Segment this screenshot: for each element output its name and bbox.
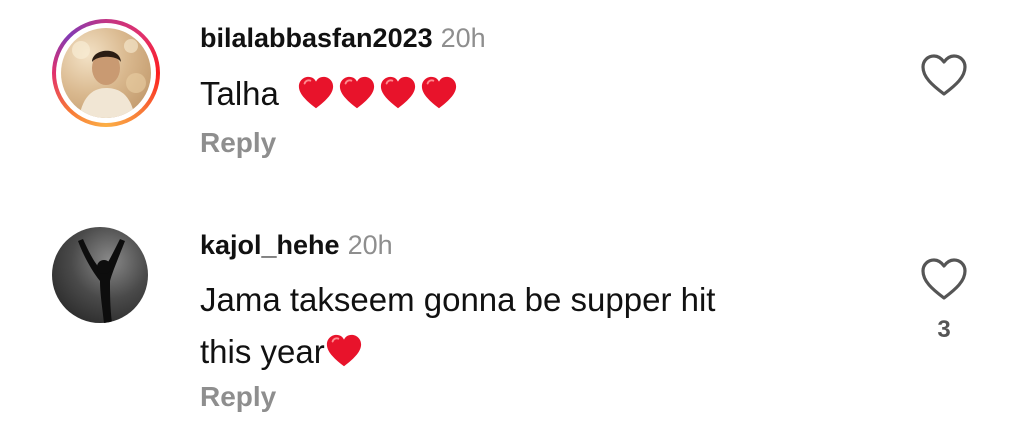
timestamp: 20h [347,230,393,260]
comment-header: bilalabbasfan2023 20h [200,22,486,54]
avatar-story-ring[interactable] [52,19,160,127]
red-heart-emoji-icon [421,77,457,109]
like-count[interactable]: 3 [918,316,970,344]
timestamp: 20h [440,23,486,53]
comment-header: kajol_hehe 20h [200,229,393,261]
comment-item: bilalabbasfan2023 20h Talha Reply [0,0,1024,200]
comment-item: kajol_hehe 20h Jama takseem gonna be supp… [0,200,1024,429]
comment-text-line: Jama takseem gonna be supper hit [200,281,716,318]
avatar-silhouette-illustration [78,239,125,323]
comment-text-content: this year [200,333,325,370]
red-heart-emoji-icon [380,77,416,109]
comment-text-content: Talha [200,75,279,112]
emoji-group [294,75,458,112]
reply-button[interactable]: Reply [200,380,276,414]
comment-text: Talha [200,68,458,120]
avatar[interactable] [61,28,151,118]
heart-outline-icon[interactable] [918,52,970,98]
avatar-photo-illustration [72,39,146,118]
red-heart-emoji-icon [298,77,334,109]
username-link[interactable]: kajol_hehe [200,230,340,260]
username-link[interactable]: bilalabbasfan2023 [200,23,433,53]
comment-text-line-2: this year [200,326,715,378]
red-heart-emoji-icon [326,335,361,367]
red-heart-emoji-icon [339,77,375,109]
avatar[interactable] [52,227,148,323]
reply-button[interactable]: Reply [200,126,276,160]
heart-outline-icon[interactable] [918,256,970,302]
comment-text: Jama takseem gonna be supper hit this ye… [200,274,715,378]
